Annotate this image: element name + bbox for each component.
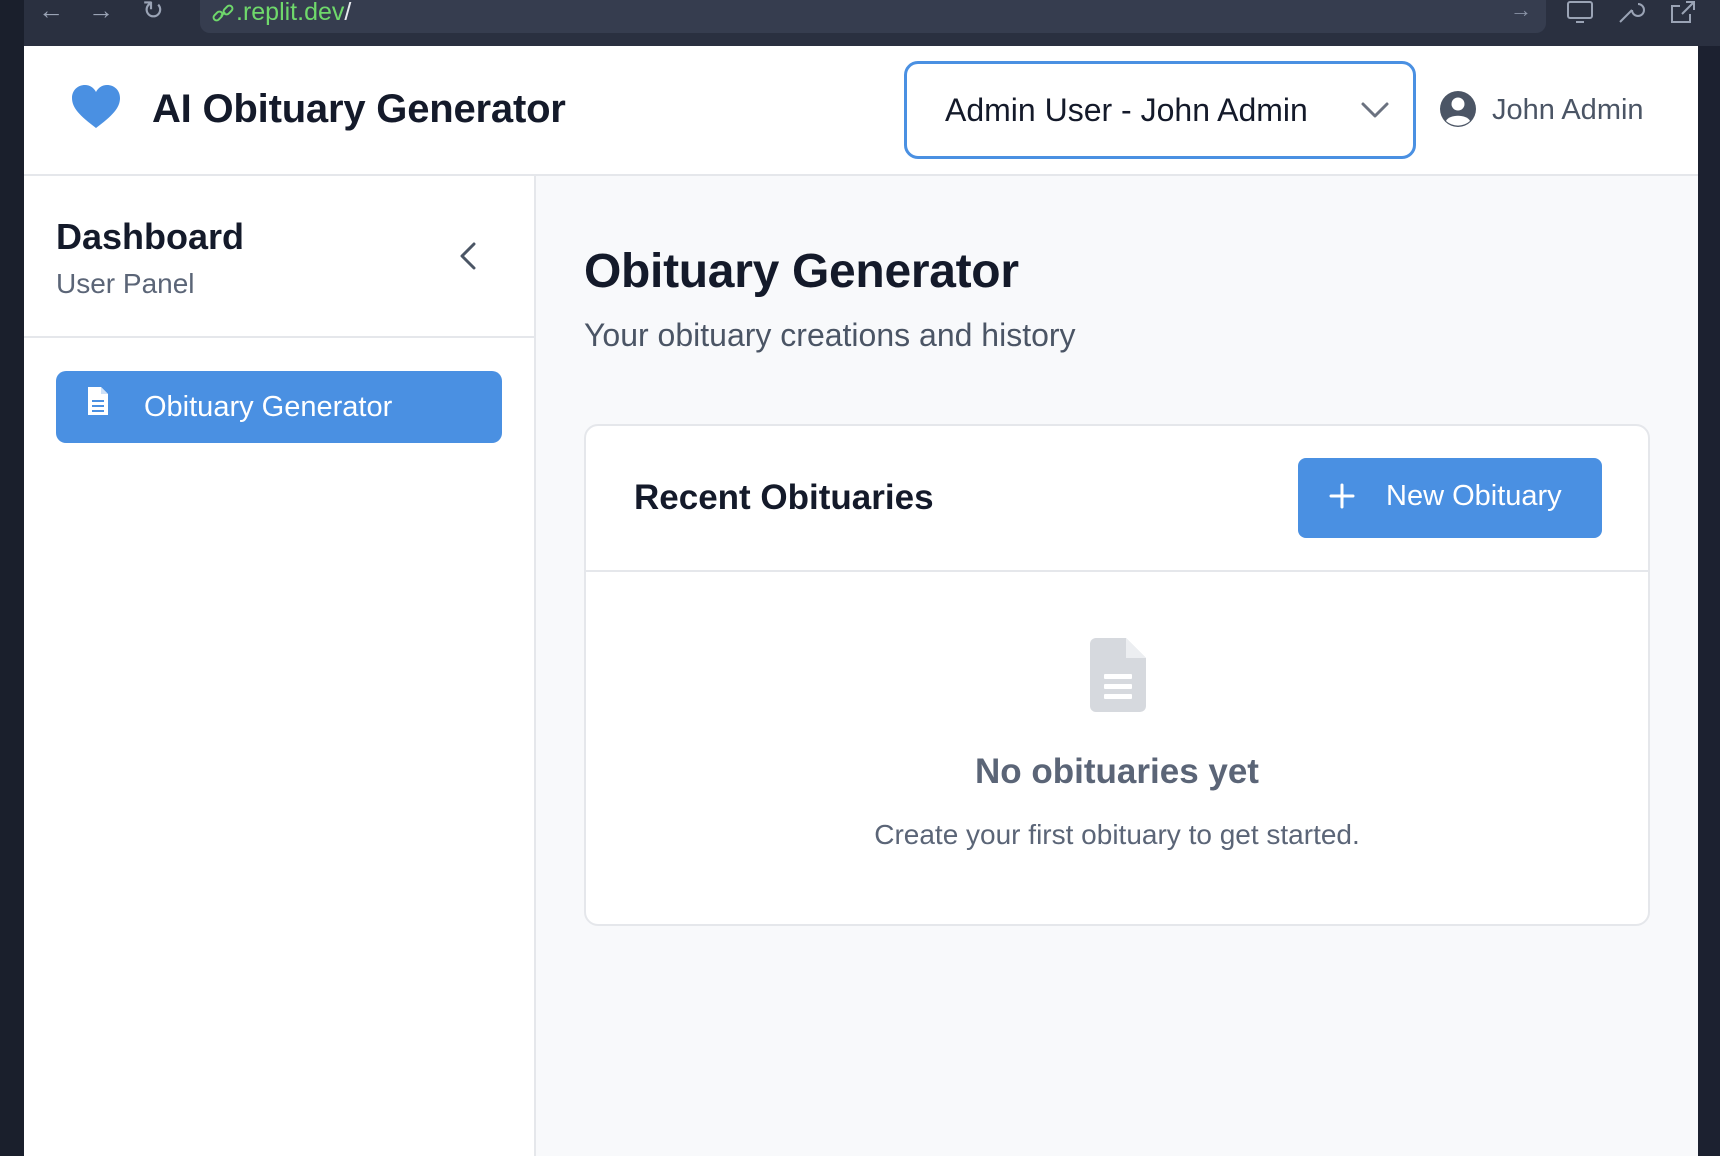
external-link-icon[interactable]	[1666, 0, 1698, 26]
app-window: AI Obituary Generator Admin User - John …	[24, 46, 1698, 1156]
new-obituary-button-label: New Obituary	[1386, 480, 1562, 512]
sidebar-item-label: Obituary Generator	[144, 391, 393, 423]
role-select[interactable]: Admin User - John Admin	[904, 61, 1416, 159]
url-text: .replit.dev/	[236, 0, 351, 26]
go-arrow-icon[interactable]: →	[1510, 0, 1532, 21]
page-subtitle: Your obituary creations and history	[584, 317, 1076, 353]
window-edge	[0, 0, 24, 1156]
card-title: Recent Obituaries	[634, 478, 934, 517]
url-path: /	[344, 0, 352, 26]
plus-icon	[1329, 483, 1355, 509]
url-domain: .replit.dev	[236, 0, 345, 26]
page-title: Obituary Generator	[584, 245, 1019, 298]
devices-icon[interactable]	[1564, 0, 1596, 26]
forward-arrow-icon[interactable]: →	[86, 0, 116, 24]
empty-state-description: Create your first obituary to get starte…	[874, 819, 1360, 850]
wrench-icon[interactable]	[1614, 0, 1646, 26]
top-header: AI Obituary Generator Admin User - John …	[24, 46, 1698, 176]
sidebar-subtitle: User Panel	[56, 268, 195, 299]
user-avatar-icon[interactable]	[1439, 90, 1477, 128]
document-icon	[88, 387, 108, 415]
empty-state-title: No obituaries yet	[975, 752, 1259, 791]
role-select-value: Admin User - John Admin	[945, 92, 1308, 128]
back-arrow-icon[interactable]: ←	[36, 0, 66, 24]
chevron-left-icon[interactable]	[454, 238, 484, 274]
reload-icon[interactable]: ↻	[138, 0, 168, 24]
sidebar-title: Dashboard	[56, 216, 245, 257]
sidebar-item-obituary-generator[interactable]: Obituary Generator	[56, 371, 502, 443]
sidebar: Dashboard User Panel Obituary Generator	[24, 176, 536, 1156]
card-header: Recent Obituaries New Obituary	[586, 426, 1648, 572]
user-name[interactable]: John Admin	[1492, 93, 1644, 127]
link-icon	[212, 4, 234, 22]
app-title: AI Obituary Generator	[152, 87, 566, 131]
chevron-down-icon	[1361, 102, 1389, 118]
sidebar-header: Dashboard User Panel	[24, 176, 534, 338]
empty-document-icon	[1090, 638, 1146, 712]
recent-obituaries-card: Recent Obituaries New Obituary No obitua…	[584, 424, 1650, 926]
main-content: Obituary Generator Your obituary creatio…	[536, 176, 1698, 1156]
new-obituary-button[interactable]: New Obituary	[1298, 458, 1602, 538]
browser-chrome: ← → ↻ .replit.dev/ →	[0, 0, 1720, 1156]
address-bar[interactable]: .replit.dev/ →	[200, 0, 1546, 33]
heart-icon	[72, 85, 120, 128]
window-edge-right	[1698, 46, 1720, 1156]
